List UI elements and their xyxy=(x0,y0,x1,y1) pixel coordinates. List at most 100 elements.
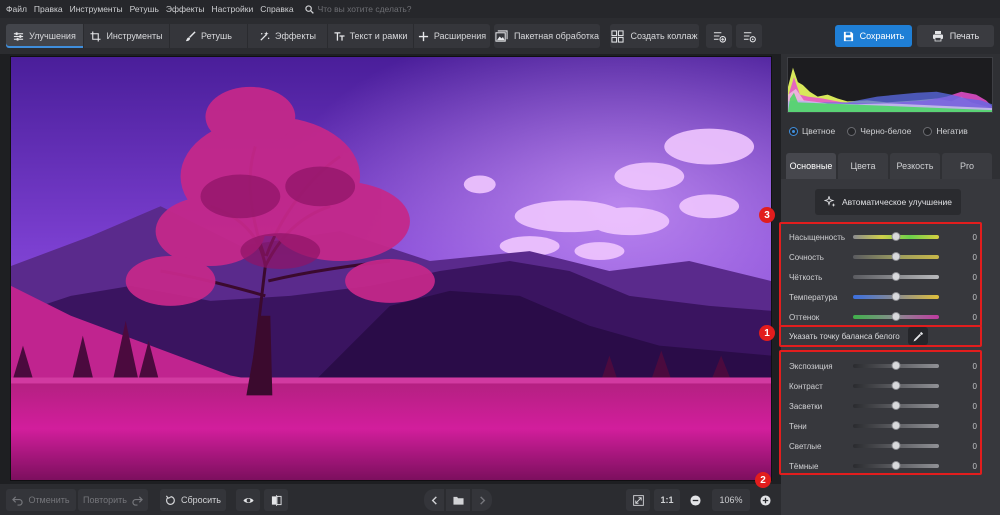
zoom-out-button[interactable] xyxy=(684,489,706,511)
slider-track[interactable] xyxy=(853,272,939,281)
menu-help[interactable]: Справка xyxy=(260,4,293,14)
slider-whites[interactable]: Светлые 0 xyxy=(789,438,977,454)
mode-negative[interactable]: Негатив xyxy=(923,126,968,136)
menu-retouch[interactable]: Ретушь xyxy=(130,4,159,14)
tab-label: Улучшения xyxy=(29,31,76,41)
slider-shadows[interactable]: Тени 0 xyxy=(789,418,977,434)
slider-knob[interactable] xyxy=(891,272,901,281)
slider-knob[interactable] xyxy=(891,361,901,370)
slider-track[interactable] xyxy=(853,421,939,430)
bottom-bar: Отменить Повторить Сбросить 1:1 106% xyxy=(0,484,781,515)
slider-knob[interactable] xyxy=(891,312,901,321)
sliders-icon xyxy=(14,31,24,41)
slider-track[interactable] xyxy=(853,401,939,410)
undo-icon xyxy=(12,495,24,506)
search-input[interactable] xyxy=(317,4,458,14)
undo-button[interactable]: Отменить xyxy=(6,489,76,511)
batch-processing-button[interactable]: Пакетная обработка xyxy=(494,24,600,48)
open-folder-button[interactable] xyxy=(446,489,470,511)
slider-track[interactable] xyxy=(853,252,939,261)
compare-button[interactable] xyxy=(264,489,288,511)
radio[interactable] xyxy=(847,126,857,136)
slider-temperature[interactable]: Температура 0 xyxy=(789,289,977,305)
tab-text-frames[interactable]: Текст и рамки xyxy=(328,24,414,48)
slider-label: Сочность xyxy=(789,252,824,262)
slider-knob[interactable] xyxy=(891,401,901,410)
slider-track[interactable] xyxy=(853,292,939,301)
tab-extensions[interactable]: Расширения xyxy=(414,24,490,48)
slider-track[interactable] xyxy=(853,461,939,470)
slider-knob[interactable] xyxy=(891,461,901,470)
slider-vibrance[interactable]: Сочность 0 xyxy=(789,249,977,265)
slider-knob[interactable] xyxy=(891,421,901,430)
slider-blacks[interactable]: Тёмные 0 xyxy=(789,458,977,474)
zoom-in-button[interactable] xyxy=(754,489,776,511)
menu-effects[interactable]: Эффекты xyxy=(166,4,205,14)
save-button[interactable]: Сохранить xyxy=(835,25,912,47)
image-stack-icon xyxy=(495,29,508,42)
slider-knob[interactable] xyxy=(891,292,901,301)
slider-track[interactable] xyxy=(853,312,939,321)
tab-tools[interactable]: Инструменты xyxy=(84,24,170,48)
mode-color[interactable]: Цветное xyxy=(789,126,835,136)
menu-file[interactable]: Файл xyxy=(6,4,27,14)
add-preset-button[interactable] xyxy=(706,24,732,48)
slider-contrast[interactable]: Контраст 0 xyxy=(789,378,977,394)
slider-track[interactable] xyxy=(853,381,939,390)
slider-saturation[interactable]: Насыщенность 0 xyxy=(789,229,977,245)
reset-button[interactable]: Сбросить xyxy=(160,489,226,511)
next-photo-button[interactable] xyxy=(472,489,492,511)
previous-photo-button[interactable] xyxy=(424,489,444,511)
slider-knob[interactable] xyxy=(891,441,901,450)
preview-toggle-button[interactable] xyxy=(236,489,260,511)
compare-icon xyxy=(271,494,282,506)
white-balance-picker-button[interactable] xyxy=(908,327,928,345)
slider-value: 0 xyxy=(972,292,977,302)
slider-value: 0 xyxy=(972,252,977,262)
magic-stars-icon xyxy=(823,196,836,207)
tab-colors[interactable]: Цвета xyxy=(838,153,888,179)
slider-exposure[interactable]: Экспозиция 0 xyxy=(789,358,977,374)
actual-size-button[interactable]: 1:1 xyxy=(654,489,680,511)
print-button[interactable]: Печать xyxy=(917,25,994,47)
slider-track[interactable] xyxy=(853,232,939,241)
redo-button[interactable]: Повторить xyxy=(78,489,148,511)
zoom-level-field[interactable]: 106% xyxy=(712,489,750,511)
adjustment-panel: Цветное Черно-белое Негатив Основные Цве… xyxy=(759,54,1000,515)
radio[interactable] xyxy=(923,126,933,136)
auto-enhance-label: Автоматическое улучшение xyxy=(841,197,952,207)
main-toolbar: Улучшения Инструменты Ретушь Эффекты Тек… xyxy=(0,18,1000,54)
menu-settings[interactable]: Настройки xyxy=(212,4,254,14)
folder-icon xyxy=(452,496,464,505)
radio-selected[interactable] xyxy=(789,126,798,136)
tab-basic[interactable]: Основные xyxy=(786,153,836,179)
auto-enhance-button[interactable]: Автоматическое улучшение xyxy=(815,189,961,215)
tab-effects[interactable]: Эффекты xyxy=(248,24,328,48)
floppy-disk-icon xyxy=(843,31,853,41)
tab-retouch[interactable]: Ретушь xyxy=(170,24,248,48)
slider-knob[interactable] xyxy=(891,252,901,261)
tab-label: Расширения xyxy=(433,31,487,41)
print-label: Печать xyxy=(949,31,980,41)
menu-tools[interactable]: Инструменты xyxy=(70,4,123,14)
mode-black-white[interactable]: Черно-белое xyxy=(847,126,911,136)
slider-label: Светлые xyxy=(789,441,822,451)
tab-sharpness[interactable]: Резкость xyxy=(890,153,940,179)
slider-label: Контраст xyxy=(789,381,823,391)
photo-preview[interactable] xyxy=(10,56,772,481)
preset-settings-button[interactable] xyxy=(736,24,762,48)
fit-screen-button[interactable] xyxy=(626,489,650,511)
slider-tint[interactable]: Оттенок 0 xyxy=(789,309,977,325)
slider-knob[interactable] xyxy=(891,381,901,390)
slider-track[interactable] xyxy=(853,441,939,450)
brush-icon xyxy=(185,30,196,41)
slider-knob[interactable] xyxy=(891,232,901,241)
menu-edit[interactable]: Правка xyxy=(34,4,63,14)
tab-pro[interactable]: Pro xyxy=(942,153,992,179)
search-icon xyxy=(304,4,314,14)
slider-highlights[interactable]: Засветки 0 xyxy=(789,398,977,414)
tab-enhancements[interactable]: Улучшения xyxy=(6,24,84,48)
slider-track[interactable] xyxy=(853,361,939,370)
slider-clarity[interactable]: Чёткость 0 xyxy=(789,269,977,285)
create-collage-button[interactable]: Создать коллаж xyxy=(610,24,699,48)
